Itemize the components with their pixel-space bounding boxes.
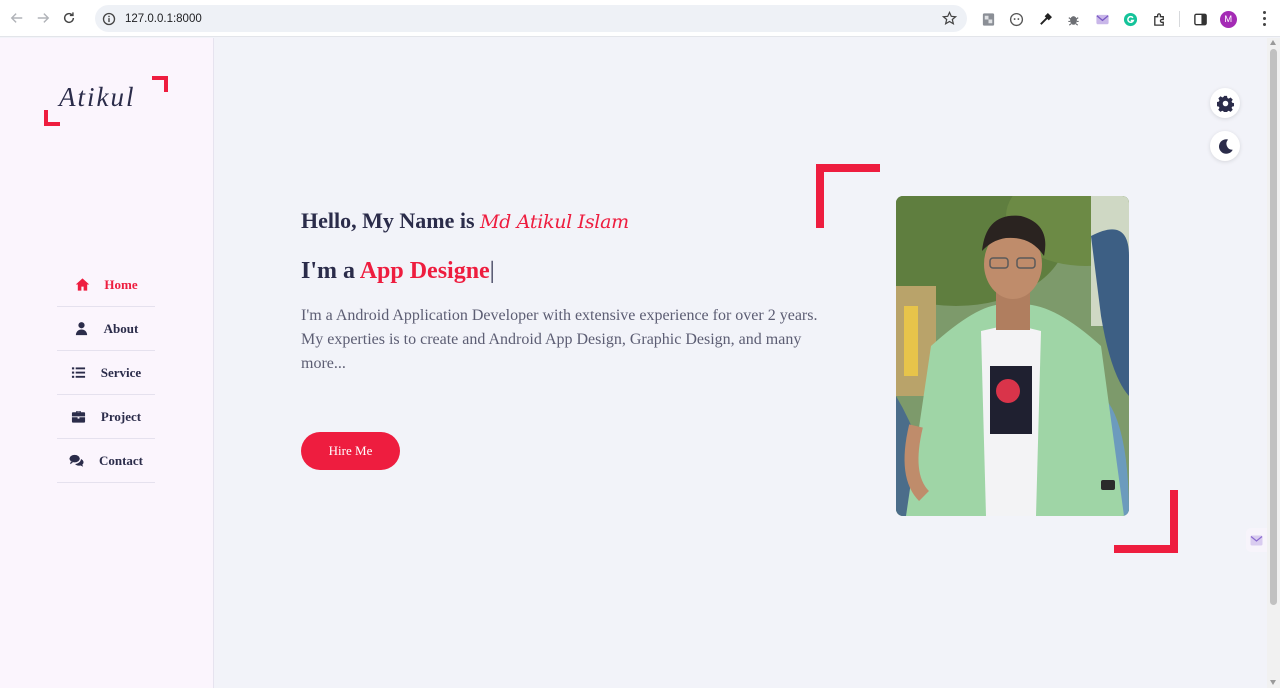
logo-corner-top-right bbox=[152, 76, 168, 92]
hero-description: I'm a Android Application Developer with… bbox=[301, 307, 818, 372]
bug-icon[interactable] bbox=[1065, 10, 1083, 28]
home-icon bbox=[74, 277, 90, 293]
logo-text: Atikul bbox=[59, 82, 136, 112]
list-icon bbox=[71, 365, 87, 381]
logo-corner-bottom-left bbox=[44, 110, 60, 126]
decor-bracket-top-left bbox=[816, 164, 880, 228]
sidebar-item-service[interactable]: Service bbox=[57, 351, 155, 395]
toolbar-divider bbox=[1179, 11, 1181, 27]
user-icon bbox=[74, 321, 90, 337]
sidebar-item-label: Service bbox=[100, 364, 142, 380]
address-bar[interactable]: 127.0.0.1:8000 bbox=[95, 5, 967, 32]
sidebar-item-project[interactable]: Project bbox=[57, 395, 155, 439]
forward-button[interactable] bbox=[32, 7, 54, 29]
hero-section: Hello, My Name is Md Atikul Islam I'm a … bbox=[215, 38, 1267, 688]
theme-toggle-button[interactable] bbox=[1210, 131, 1240, 161]
profile-avatar[interactable]: M bbox=[1219, 10, 1237, 28]
profile-photo bbox=[896, 196, 1129, 516]
sidebar-item-label: Contact bbox=[98, 452, 144, 468]
back-button[interactable] bbox=[6, 7, 28, 29]
typing-caret: | bbox=[489, 258, 495, 284]
page-scrollbar[interactable] bbox=[1267, 38, 1280, 688]
reload-icon bbox=[63, 12, 75, 24]
bookmark-star-icon[interactable] bbox=[942, 11, 957, 26]
site-logo[interactable]: Atikul bbox=[44, 76, 168, 126]
sidebar-item-home[interactable]: Home bbox=[57, 263, 155, 307]
role-typed-text: App Designe bbox=[359, 258, 490, 284]
scrollbar-thumb[interactable] bbox=[1270, 49, 1277, 605]
browser-toolbar: 127.0.0.1:8000 M bbox=[0, 0, 1280, 37]
sidebar: Atikul Home About Service Project Contac… bbox=[0, 38, 214, 688]
grammarly-icon[interactable] bbox=[1122, 10, 1140, 28]
hire-me-button[interactable]: Hire Me bbox=[301, 432, 400, 470]
mail-widget-icon bbox=[1250, 535, 1263, 545]
reload-button[interactable] bbox=[58, 7, 80, 29]
side-panel-icon[interactable] bbox=[1191, 10, 1209, 28]
hero-role: I'm a App Designe| bbox=[301, 258, 495, 285]
greeting-text: Hello, My Name is bbox=[301, 208, 475, 233]
scroll-down-icon[interactable] bbox=[1270, 680, 1276, 685]
sidebar-item-label: About bbox=[103, 320, 139, 336]
settings-button[interactable] bbox=[1210, 88, 1240, 118]
browser-menu-icon[interactable] bbox=[1263, 11, 1267, 26]
moon-icon bbox=[1218, 138, 1233, 154]
sidebar-item-about[interactable]: About bbox=[57, 307, 155, 351]
floating-extension-widget[interactable] bbox=[1246, 528, 1267, 552]
comments-icon bbox=[69, 453, 85, 469]
sidebar-menu: Home About Service Project Contact bbox=[57, 263, 155, 483]
hero-name: Md Atikul Islam bbox=[480, 211, 629, 233]
puzzle-icon[interactable] bbox=[1151, 10, 1169, 28]
briefcase-icon bbox=[71, 409, 87, 425]
arrow-right-icon bbox=[37, 13, 50, 23]
extensions-row: M bbox=[979, 9, 1237, 29]
gear-icon bbox=[1216, 95, 1234, 112]
color-picker-icon[interactable] bbox=[1036, 10, 1054, 28]
mail-extension-icon[interactable] bbox=[1093, 10, 1111, 28]
url-text[interactable]: 127.0.0.1:8000 bbox=[125, 13, 202, 25]
scroll-up-icon[interactable] bbox=[1270, 40, 1276, 45]
tracker-extension-icon[interactable] bbox=[1008, 10, 1026, 28]
arrow-left-icon bbox=[10, 13, 23, 23]
site-info-icon[interactable] bbox=[102, 12, 116, 26]
pdf-extension-icon[interactable] bbox=[979, 10, 997, 28]
role-prefix: I'm a bbox=[301, 258, 355, 284]
sidebar-item-label: Home bbox=[104, 276, 138, 292]
sidebar-item-contact[interactable]: Contact bbox=[57, 439, 155, 483]
sidebar-item-label: Project bbox=[100, 408, 142, 424]
hero-greeting: Hello, My Name is Md Atikul Islam bbox=[301, 208, 629, 234]
